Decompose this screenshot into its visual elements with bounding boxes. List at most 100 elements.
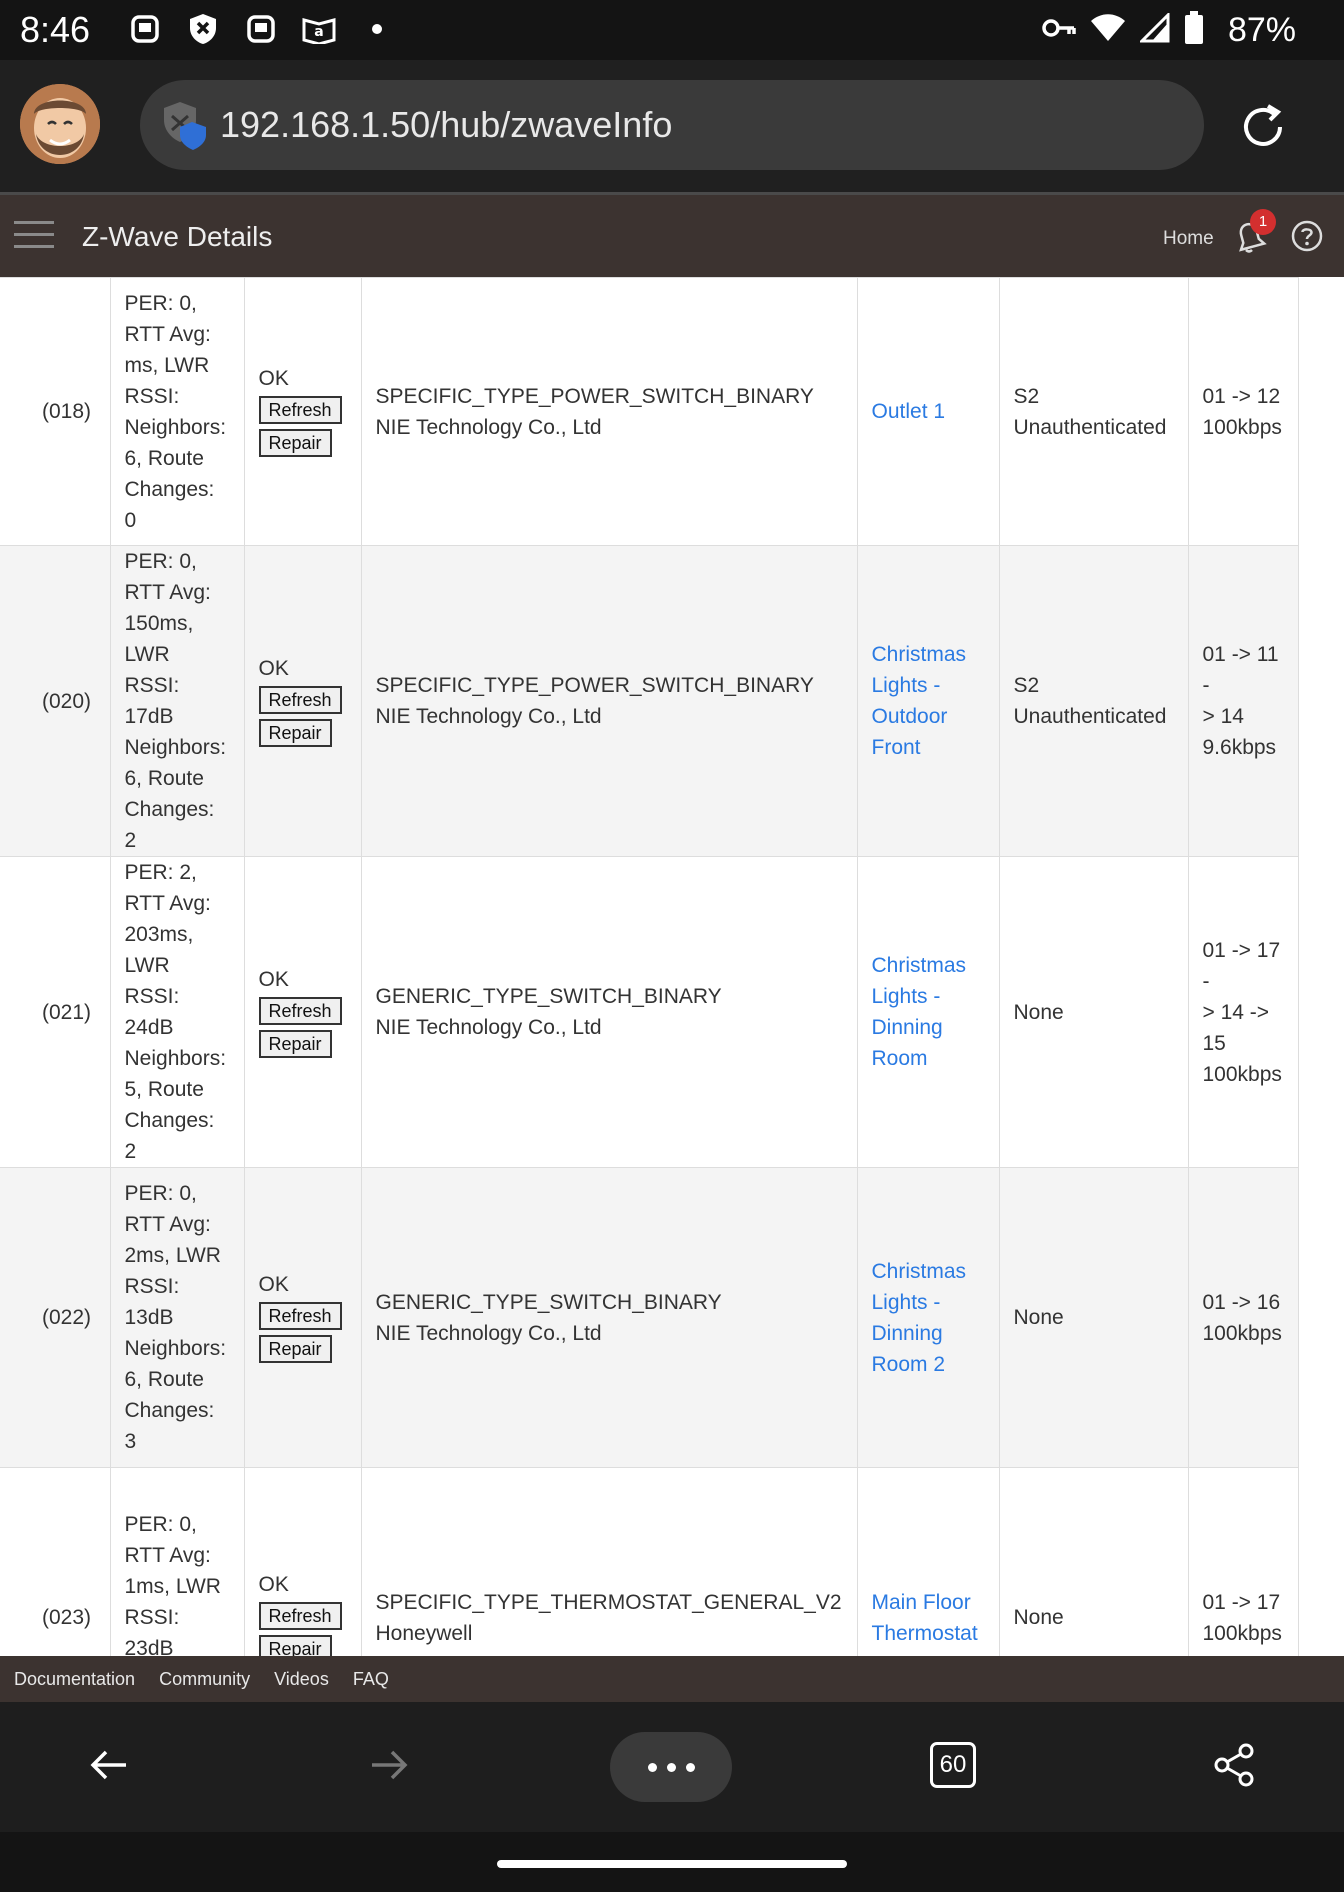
tablet-icon	[244, 12, 278, 46]
stats-line: 0	[124, 508, 137, 532]
app-header: Z-Wave Details Home 1	[0, 192, 1344, 277]
node-status-cell: OK Refresh Repair	[243, 856, 362, 1168]
browser-toolbar: 192.168.1.50/hub/zwaveInfo	[0, 60, 1344, 192]
node-status: OK	[258, 967, 289, 991]
route-line: 100kbps	[1202, 1321, 1282, 1345]
node-stats: PER: 0, RTT Avg: 150ms, LWR RSSI: 17dB Neighb…	[109, 545, 245, 857]
shield-icon[interactable]	[158, 98, 212, 152]
zwave-node-table-container[interactable]: (018) PER: 0, RTT Avg: ms, LWR RSSI: Neighbor…	[0, 277, 1344, 1656]
device-type: SPECIFIC_TYPE_POWER_SWITCH_BINARY	[375, 384, 814, 408]
route-line: 100kbps	[1202, 1621, 1282, 1645]
table-gutter	[1298, 1467, 1344, 1656]
node-id: (023)	[0, 1467, 111, 1656]
key-icon	[1042, 16, 1076, 45]
stats-line: Changes:	[124, 477, 215, 501]
help-icon[interactable]	[1290, 219, 1324, 253]
route-line: 100kbps	[1202, 1062, 1282, 1086]
route-cell: 01 -> 17 100kbps	[1187, 1467, 1299, 1656]
refresh-button[interactable]: Refresh	[258, 396, 342, 424]
security-cell: None	[998, 1467, 1189, 1656]
route-cell: 01 -> 11 - > 14 9.6kbps	[1187, 545, 1299, 857]
stats-line: Changes:	[124, 1109, 215, 1132]
status-notification-icons: a	[128, 12, 394, 46]
name-line[interactable]: Main Floor	[872, 1587, 985, 1618]
device-type: SPECIFIC_TYPE_THERMOSTAT_GENERAL_V2	[375, 1590, 842, 1614]
refresh-button[interactable]: Refresh	[258, 685, 342, 714]
route-cell: 01 -> 16 100kbps	[1187, 1167, 1299, 1468]
address-bar[interactable]: 192.168.1.50/hub/zwaveInfo	[140, 80, 1204, 170]
device-name-link[interactable]: Christmas Lights - Dinning Room 2	[856, 1167, 1000, 1468]
name-line[interactable]: Christmas	[872, 639, 985, 670]
repair-button[interactable]: Repair	[258, 718, 332, 747]
stats-line: 3	[124, 1430, 137, 1453]
route-line: 01 -> 11 -	[1202, 643, 1279, 697]
amazon-icon: a	[302, 12, 336, 46]
manufacturer: NIE Technology Co., Ltd	[375, 705, 602, 728]
repair-button[interactable]: Repair	[258, 429, 332, 457]
name-line[interactable]: Outdoor	[872, 701, 985, 732]
footer-link-documentation[interactable]: Documentation	[14, 1669, 135, 1690]
share-icon[interactable]	[1212, 1742, 1258, 1788]
footer-link-community[interactable]: Community	[159, 1669, 250, 1690]
tab-count-button[interactable]: 60	[930, 1742, 976, 1788]
device-name-link[interactable]: Christmas Lights - Dinning Room	[856, 856, 1000, 1168]
profile-avatar[interactable]	[20, 84, 100, 164]
gesture-area	[0, 1832, 1344, 1892]
stats-line: 1ms, LWR	[124, 1575, 221, 1598]
refresh-button[interactable]: Refresh	[258, 1302, 342, 1330]
footer-link-videos[interactable]: Videos	[274, 1669, 329, 1690]
name-line[interactable]: Room 2	[872, 1349, 985, 1380]
node-type-cell: SPECIFIC_TYPE_THERMOSTAT_GENERAL_V2 Honey…	[360, 1467, 858, 1656]
table-row: (023)PER: 0,RTT Avg:1ms, LWRRSSI:23dBNei…	[0, 1467, 1344, 1656]
device-name-link[interactable]: Main Floor Thermostat	[856, 1467, 1000, 1656]
more-menu-icon[interactable]	[610, 1732, 732, 1802]
security-line: Unauthenticated	[1013, 705, 1167, 728]
name-line[interactable]: Lights -	[872, 670, 985, 701]
table-gutter	[1298, 1167, 1344, 1468]
name-line[interactable]: Thermostat	[872, 1618, 985, 1649]
menu-icon[interactable]	[14, 221, 54, 251]
refresh-button[interactable]: Refresh	[258, 996, 342, 1025]
name-line[interactable]: Dinning	[872, 1318, 985, 1349]
name-line[interactable]: Dinning	[872, 1012, 985, 1043]
tablet-icon	[128, 12, 162, 46]
stats-line: 6, Route	[124, 446, 204, 470]
refresh-button[interactable]: Refresh	[258, 1602, 342, 1630]
browser-bottom-nav: 60	[0, 1702, 1344, 1832]
stats-line: 17dB	[124, 705, 174, 728]
node-stats: PER: 0, RTT Avg: 2ms, LWR RSSI: 13dB Neighbor…	[109, 1167, 245, 1468]
repair-button[interactable]: Repair	[258, 1635, 332, 1656]
home-gesture-bar[interactable]	[497, 1860, 847, 1868]
device-name-link[interactable]: Christmas Lights - Outdoor Front	[856, 545, 1000, 857]
name-line[interactable]: Room	[872, 1043, 985, 1074]
repair-button[interactable]: Repair	[258, 1335, 332, 1363]
node-type-cell: GENERIC_TYPE_SWITCH_BINARY NIE Technology…	[360, 856, 858, 1168]
stats-line: 203ms,	[124, 923, 194, 946]
svg-text:a: a	[314, 24, 323, 40]
stats-line: LWR RSSI:	[124, 643, 180, 697]
node-stats: PER: 0,RTT Avg:1ms, LWRRSSI:23dBNeighbor…	[109, 1467, 245, 1656]
reload-icon[interactable]	[1236, 100, 1290, 154]
name-line[interactable]: Lights -	[872, 981, 985, 1012]
page-title: Z-Wave Details	[82, 221, 273, 252]
notification-badge: 1	[1250, 209, 1276, 235]
node-id: (020)	[0, 545, 111, 857]
manufacturer: NIE Technology Co., Ltd	[375, 415, 602, 439]
name-line[interactable]: Outlet 1	[872, 396, 985, 427]
name-line[interactable]: Front	[872, 732, 985, 763]
table-row: (022) PER: 0, RTT Avg: 2ms, LWR RSSI: 13dB Nei…	[0, 1167, 1344, 1468]
name-line[interactable]: Lights -	[872, 1287, 985, 1318]
forward-arrow-icon[interactable]	[366, 1742, 412, 1788]
table-gutter	[1298, 856, 1344, 1168]
name-line[interactable]: Christmas	[872, 950, 985, 981]
security-cell: S2 Unauthenticated	[998, 277, 1189, 546]
device-name-link[interactable]: Outlet 1	[856, 277, 1000, 546]
stats-line: PER: 0,	[124, 291, 197, 315]
home-link[interactable]: Home	[1163, 225, 1214, 253]
back-arrow-icon[interactable]	[86, 1742, 132, 1788]
footer-link-faq[interactable]: FAQ	[353, 1669, 389, 1690]
stats-line: Neighbors:	[124, 736, 227, 759]
name-line[interactable]: Christmas	[872, 1256, 985, 1287]
battery-icon	[1184, 10, 1204, 50]
repair-button[interactable]: Repair	[258, 1029, 332, 1058]
